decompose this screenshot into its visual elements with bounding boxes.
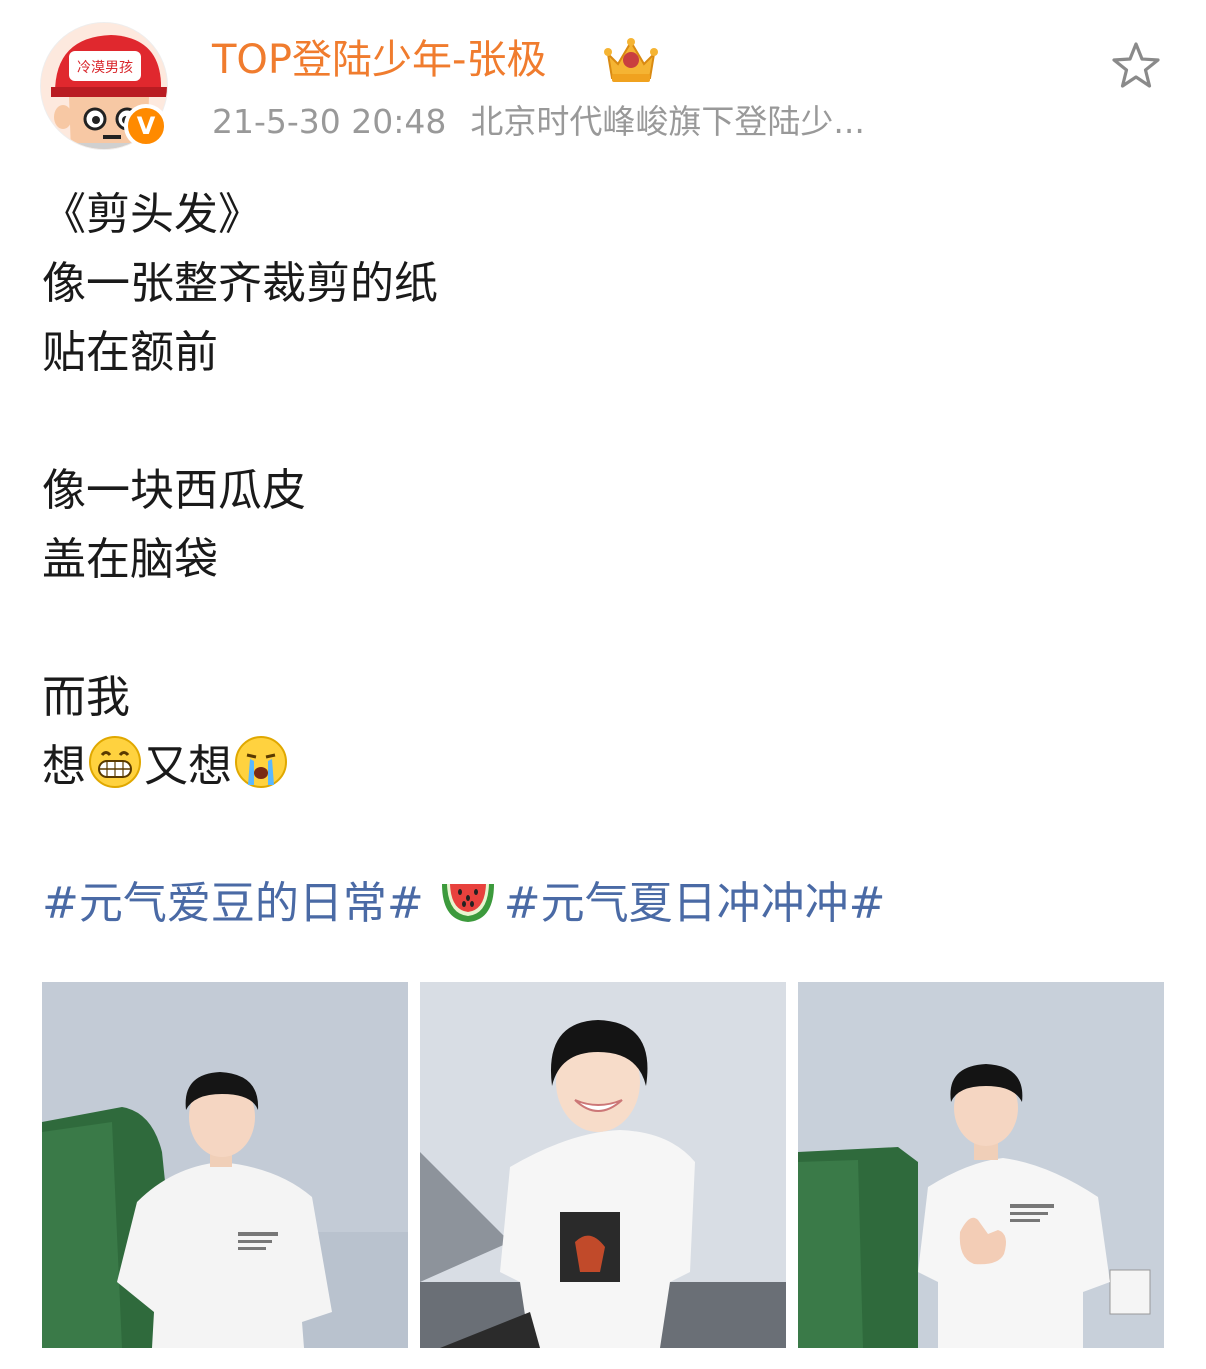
photo-image [798,982,1164,1348]
photo-thumbnail-2[interactable] [420,982,786,1348]
photo-thumbnail-3[interactable] [798,982,1164,1348]
photo-image [42,982,408,1348]
post-line: 像一张整齐裁剪的纸 [42,258,438,309]
post-word: 又想 [144,741,232,792]
post-meta: 21-5-30 20:48 北京时代峰峻旗下登陆少... [212,100,865,144]
post-line: 盖在脑袋 [42,534,218,585]
verified-badge-icon: V [124,104,168,148]
crown-icon [604,38,658,82]
watermelon-icon [441,884,494,922]
photo-grid [42,982,1164,1348]
username[interactable]: TOP登陆少年-张极 [212,36,546,84]
post-line: 而我 [42,672,130,723]
hashtag-link[interactable]: #元气爱豆的日常# [42,878,424,929]
hashtag-row: #元气爱豆的日常# #元气夏日冲冲冲# [42,872,885,936]
post-body: 《剪头发》 像一张整齐裁剪的纸 贴在额前 像一块西瓜皮 盖在脑袋 而我 想 又想 [42,180,1162,801]
post-line: 像一块西瓜皮 [42,465,306,516]
svg-text:冷漠男孩: 冷漠男孩 [77,60,133,76]
post-line: 贴在额前 [42,327,218,378]
post-word: 想 [42,741,86,792]
photo-image [420,982,786,1348]
crying-face-icon [235,736,287,788]
star-outline-icon[interactable] [1110,40,1162,92]
post-line-emoji: 想 又想 [42,732,1162,801]
post-title-line: 《剪头发》 [42,189,262,240]
hashtag-link[interactable]: #元气夏日冲冲冲# [504,878,886,929]
avatar[interactable]: 冷漠男孩 V [40,22,168,150]
post-source[interactable]: 北京时代峰峻旗下登陆少... [470,102,864,141]
grinning-face-icon [89,736,141,788]
post-timestamp: 21-5-30 20:48 [212,102,447,141]
photo-thumbnail-1[interactable] [42,982,408,1348]
